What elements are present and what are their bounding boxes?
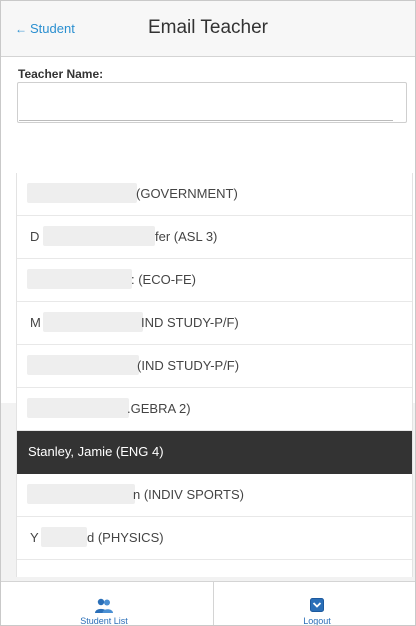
list-item[interactable]: .GEBRA 2) <box>17 388 412 431</box>
teacher-name-input[interactable] <box>17 82 407 123</box>
student-list-button[interactable]: Student List <box>1 582 207 626</box>
users-icon <box>1 598 207 614</box>
list-item-label: d (PHYSICS) <box>87 530 164 545</box>
redacted-text <box>27 183 137 203</box>
redacted-text <box>27 355 139 375</box>
list-item-label: .GEBRA 2) <box>127 401 191 416</box>
app-frame: ← Student Email Teacher Teacher Name: (GO… <box>0 0 416 626</box>
input-underline <box>19 120 393 121</box>
list-item[interactable]: D fer (ASL 3) <box>17 216 412 259</box>
list-item[interactable]: M IND STUDY-P/F) <box>17 302 412 345</box>
list-item[interactable]: (GOVERNMENT) <box>17 173 412 216</box>
list-item-prefix: D <box>30 229 40 244</box>
redacted-text <box>27 269 132 289</box>
list-item-prefix: Y <box>30 530 39 545</box>
list-item-label: Stanley, Jamie (ENG 4) <box>28 444 164 459</box>
redacted-text <box>27 398 129 418</box>
page-title: Email Teacher <box>147 17 269 38</box>
list-item-label: : (ECO-FE) <box>131 272 196 287</box>
list-item-label: (IND STUDY-P/F) <box>137 358 240 373</box>
list-item[interactable]: Y d (PHYSICS) <box>17 517 412 560</box>
redacted-text <box>43 226 155 246</box>
list-item-label: (GOVERNMENT) <box>136 186 238 201</box>
teacher-dropdown-list: (GOVERNMENT) D fer (ASL 3) : (ECO-FE) M … <box>16 173 413 577</box>
list-item[interactable]: n (INDIV SPORTS) <box>17 474 412 517</box>
redacted-text <box>41 527 87 547</box>
chevron-down-icon <box>214 598 415 614</box>
list-item[interactable]: : (ECO-FE) <box>17 259 412 302</box>
redacted-text <box>43 312 143 332</box>
list-item[interactable]: (IND STUDY-P/F) <box>17 345 412 388</box>
redacted-text <box>27 484 135 504</box>
teacher-name-label: Teacher Name: <box>18 67 104 81</box>
footer-nav: Student List Logout <box>1 581 415 626</box>
list-item-label: fer (ASL 3) <box>155 229 218 244</box>
list-item-label: IND STUDY-P/F) <box>141 315 239 330</box>
student-list-label: Student List <box>80 616 128 626</box>
list-item-selected[interactable]: Stanley, Jamie (ENG 4) <box>17 431 412 474</box>
list-item-label: n (INDIV SPORTS) <box>133 487 245 502</box>
logout-label: Logout <box>303 616 331 626</box>
logout-button[interactable]: Logout <box>214 582 415 626</box>
list-item-prefix: M <box>30 315 41 330</box>
header-bar: ← Student Email Teacher <box>1 1 415 57</box>
